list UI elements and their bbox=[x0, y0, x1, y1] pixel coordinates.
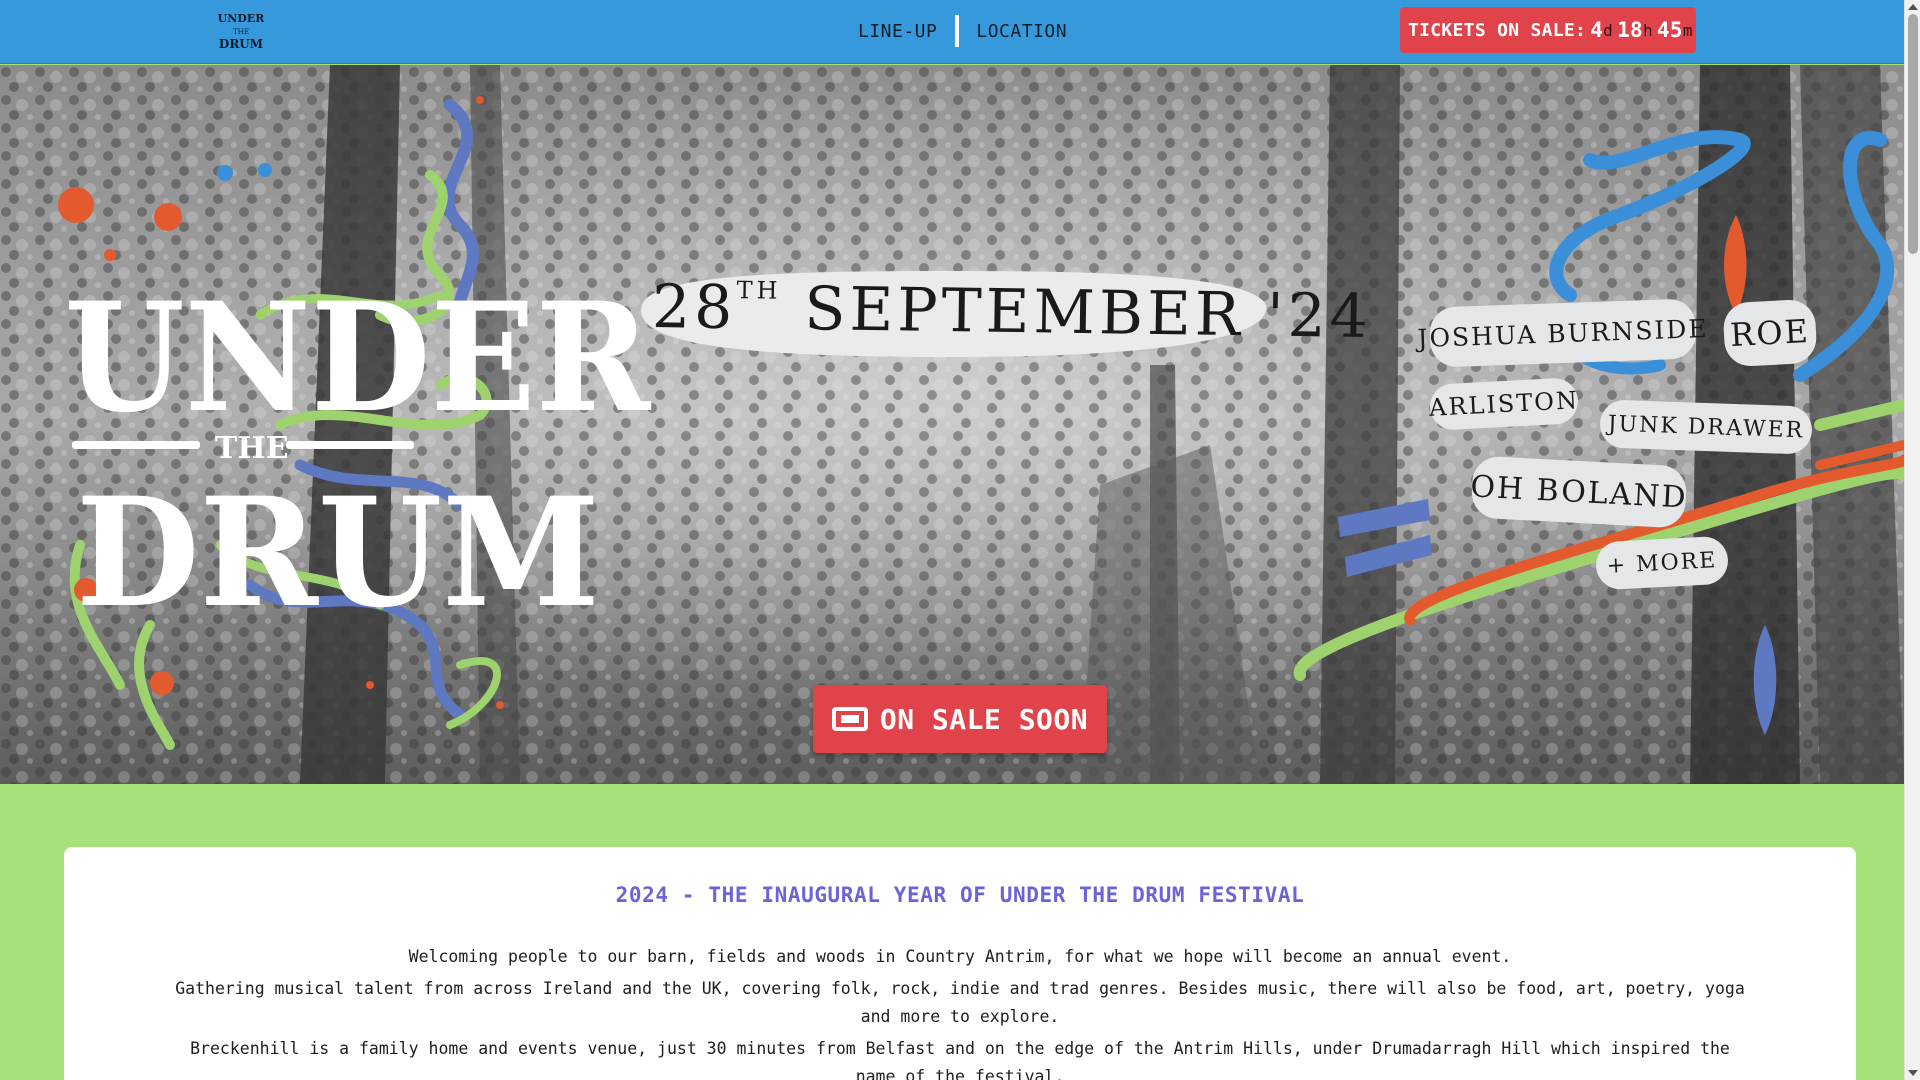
countdown-minutes: 45 bbox=[1656, 18, 1683, 42]
date-day: 28 bbox=[651, 271, 737, 344]
lineup-act-joshua-burnside[interactable]: JOSHUA BURNSIDE bbox=[1417, 298, 1709, 368]
hero-banner: UNDER THE DRUM 28TH SEPTEMBER '24 JOSHUA… bbox=[0, 65, 1904, 784]
lineup-act-junk-drawer[interactable]: JUNK DRAWER bbox=[1599, 399, 1813, 455]
about-title: 2024 - THE INAUGURAL YEAR OF UNDER THE D… bbox=[615, 883, 1305, 907]
about-paragraph-2: Gathering musical talent from across Ire… bbox=[175, 979, 1745, 1026]
scroll-down-arrow-icon[interactable] bbox=[1908, 1070, 1918, 1076]
nav-location-link[interactable]: LOCATION bbox=[976, 21, 1067, 42]
nav-divider bbox=[955, 15, 960, 47]
logo-line2: THE bbox=[233, 28, 249, 36]
countdown-hours: 18 bbox=[1617, 18, 1643, 42]
about-card: 2024 - THE INAUGURAL YEAR OF UNDER THE D… bbox=[64, 847, 1856, 1080]
main-nav: LINE-UP LOCATION bbox=[858, 14, 1067, 48]
wordmark-the: THE bbox=[215, 431, 289, 466]
on-sale-soon-button[interactable]: ON SALE SOON bbox=[813, 685, 1107, 753]
date-suffix: TH bbox=[736, 276, 782, 305]
lineup-act-arliston[interactable]: ARLISTON bbox=[1428, 377, 1580, 431]
scrollbar-thumb[interactable] bbox=[1908, 14, 1918, 254]
cta-label: ON SALE SOON bbox=[879, 702, 1089, 736]
tickets-countdown-button[interactable]: TICKETS ON SALE: 4d 18 h 45 m bbox=[1400, 7, 1696, 53]
top-navbar: UNDER THE DRUM LINE-UP LOCATION TICKETS … bbox=[0, 0, 1904, 64]
logo-line3: DRUM bbox=[219, 37, 263, 51]
about-paragraph-3: Breckenhill is a family home and events … bbox=[190, 1039, 1730, 1080]
countdown-days: 4 bbox=[1590, 18, 1604, 42]
lineup-more[interactable]: + MORE bbox=[1594, 535, 1730, 591]
scroll-up-arrow-icon[interactable] bbox=[1908, 4, 1918, 10]
wordmark-under: UNDER bbox=[64, 269, 651, 445]
page-scrollbar[interactable] bbox=[1904, 0, 1920, 1080]
festival-date: 28TH SEPTEMBER '24 bbox=[652, 272, 1373, 352]
ticket-icon bbox=[831, 707, 868, 731]
countdown-days-unit: d bbox=[1603, 20, 1614, 40]
lineup-act-roe[interactable]: ROE bbox=[1722, 298, 1818, 368]
lineup-act-oh-boland[interactable]: OH BOLAND bbox=[1470, 455, 1688, 529]
tickets-label: TICKETS ON SALE: bbox=[1408, 19, 1587, 41]
wordmark-drum: DRUM bbox=[76, 465, 600, 641]
logo-line1: UNDER bbox=[218, 12, 264, 25]
countdown-minutes-unit: m bbox=[1682, 20, 1693, 40]
nav-lineup-link[interactable]: LINE-UP bbox=[858, 21, 937, 42]
date-rest: SEPTEMBER '24 bbox=[803, 274, 1373, 353]
festival-logo[interactable]: UNDER THE DRUM bbox=[218, 8, 264, 54]
countdown-hours-unit: h bbox=[1642, 20, 1653, 40]
about-paragraph-1: Welcoming people to our barn, fields and… bbox=[408, 947, 1512, 966]
